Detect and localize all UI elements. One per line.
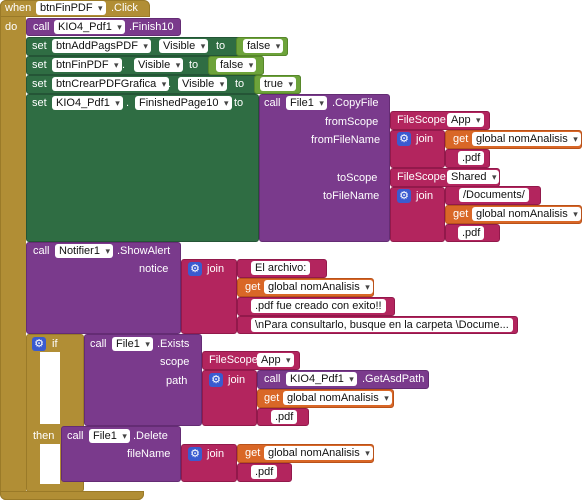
text-pdf-field-3[interactable]: .pdf xyxy=(271,410,298,424)
text-documents-field[interactable]: /Documents/ xyxy=(459,188,529,202)
filescope-label-2: FileScope xyxy=(397,171,446,183)
get-label-1: get xyxy=(453,133,469,145)
false-dropdown-1[interactable]: false xyxy=(243,39,284,53)
set3-to-label: to xyxy=(235,78,245,90)
set2-property-dropdown[interactable]: Visible xyxy=(134,58,184,72)
filescope-app-dropdown[interactable]: App xyxy=(447,113,484,127)
set2-dot: . xyxy=(122,59,126,71)
set3-property-dropdown[interactable]: Visible xyxy=(178,77,228,91)
copy-component-dropdown[interactable]: File1 xyxy=(286,96,327,110)
exists-component-dropdown[interactable]: File1 xyxy=(112,337,153,351)
var-dropdown-4[interactable]: global nomAnalisis xyxy=(283,391,392,405)
mutator-gear-icon[interactable]: ⚙ xyxy=(397,132,411,146)
filescope-label-1: FileScope xyxy=(397,114,446,126)
set3-set-label: set xyxy=(32,78,47,90)
alert-component-dropdown[interactable]: Notifier1 xyxy=(55,244,113,258)
path-label: path xyxy=(166,375,188,387)
event-component-dropdown[interactable]: btnFinPDF xyxy=(36,1,106,15)
filename-label: fileName xyxy=(127,448,171,460)
true-dropdown[interactable]: true xyxy=(260,77,296,91)
set4-component-dropdown[interactable]: KIO4_Pdf1 xyxy=(52,96,123,110)
get-label-4: get xyxy=(264,392,280,404)
text-consultarlo-field[interactable]: \nPara consultarlo, busque en la carpeta… xyxy=(251,318,513,332)
set4-to-label: to xyxy=(234,97,244,109)
mutator-gear-icon[interactable]: ⚙ xyxy=(397,189,411,203)
exists-call-label: call xyxy=(90,338,107,350)
mutator-gear-icon[interactable]: ⚙ xyxy=(188,262,202,276)
set2-component-dropdown[interactable]: btnFinPDF xyxy=(52,58,122,72)
delete-method-label: .Delete xyxy=(133,430,168,442)
set3-dot: . xyxy=(168,78,172,90)
set2-to-label: to xyxy=(189,59,199,71)
var-dropdown-1[interactable]: global nomAnalisis xyxy=(472,132,581,146)
false-dropdown-2[interactable]: false xyxy=(216,58,257,72)
get-label-3: get xyxy=(245,281,261,293)
text-pdf-field-4[interactable]: .pdf xyxy=(251,465,278,479)
finish-call-label: call xyxy=(33,21,50,33)
copy-call-label: call xyxy=(264,97,281,109)
set1-set-label: set xyxy=(32,40,47,52)
var-dropdown-3[interactable]: global nomAnalisis xyxy=(264,280,373,294)
then-body-slot xyxy=(40,444,60,484)
event-name-label: .Click xyxy=(111,2,138,14)
join-label-1: join xyxy=(416,133,434,145)
get-label-2: get xyxy=(453,208,469,220)
join-label-4: join xyxy=(228,374,246,386)
set4-dot: . xyxy=(126,97,130,109)
set3-component-dropdown[interactable]: btnCrearPDFGrafica xyxy=(52,77,170,91)
fromscope-label: fromScope xyxy=(325,116,379,128)
mutator-gear-icon[interactable]: ⚙ xyxy=(188,447,202,461)
set1-to-label: to xyxy=(216,40,226,52)
text-pdf-field-2[interactable]: .pdf xyxy=(458,226,485,240)
getasdpath-call-label: call xyxy=(264,373,281,385)
set4-set-label: set xyxy=(32,97,47,109)
finish-component-dropdown[interactable]: KIO4_Pdf1 xyxy=(54,20,125,34)
alert-call-label: call xyxy=(33,245,50,257)
get-label-5: get xyxy=(245,447,261,459)
toscope-label: toScope xyxy=(337,172,378,184)
mutator-gear-icon[interactable]: ⚙ xyxy=(32,337,46,351)
do-label: do xyxy=(5,21,18,33)
getasdpath-method-label: .GetAsdPath xyxy=(362,373,425,385)
join-label-3: join xyxy=(207,263,225,275)
copy-method-label: .CopyFile xyxy=(332,97,379,109)
set1-dot: . xyxy=(146,40,150,52)
delete-call-label: call xyxy=(67,430,84,442)
exists-method-label: .Exists xyxy=(157,338,190,350)
var-dropdown-5[interactable]: global nomAnalisis xyxy=(264,446,373,460)
set1-property-dropdown[interactable]: Visible xyxy=(159,39,209,53)
filescope-shared-dropdown[interactable]: Shared xyxy=(447,170,500,184)
set2-set-label: set xyxy=(32,59,47,71)
when-label: when xyxy=(5,2,32,14)
set1-component-dropdown[interactable]: btnAddPagsPDF xyxy=(52,39,151,53)
event-bottom-bar xyxy=(0,491,144,500)
scope-label: scope xyxy=(160,356,190,368)
join-label-5: join xyxy=(207,448,225,460)
text-el-archivo-field[interactable]: El archivo: xyxy=(251,261,311,275)
alert-method-label: .ShowAlert xyxy=(117,245,171,257)
var-dropdown-2[interactable]: global nomAnalisis xyxy=(472,207,581,221)
tofilename-label: toFileName xyxy=(323,190,380,202)
text-pdf-field-1[interactable]: .pdf xyxy=(458,151,485,165)
then-label: then xyxy=(33,430,55,442)
mutator-gear-icon[interactable]: ⚙ xyxy=(209,373,223,387)
set4-property-dropdown[interactable]: FinishedPage10 xyxy=(135,96,232,110)
filescope-label-3: FileScope xyxy=(209,354,258,366)
then-slot xyxy=(40,352,60,424)
getasdpath-component-dropdown[interactable]: KIO4_Pdf1 xyxy=(286,372,357,386)
delete-component-dropdown[interactable]: File1 xyxy=(89,429,130,443)
text-creado-field[interactable]: .pdf fue creado con exito!! xyxy=(251,299,386,313)
filescope-app-dropdown-2[interactable]: App xyxy=(257,353,294,367)
finish-method-label: .Finish10 xyxy=(129,21,174,33)
if-label: if xyxy=(52,338,58,350)
notice-label: notice xyxy=(139,263,169,275)
fromfilename-label: fromFileName xyxy=(311,134,381,146)
join-label-2: join xyxy=(416,190,434,202)
set-finishedpage10-block[interactable] xyxy=(26,94,259,242)
